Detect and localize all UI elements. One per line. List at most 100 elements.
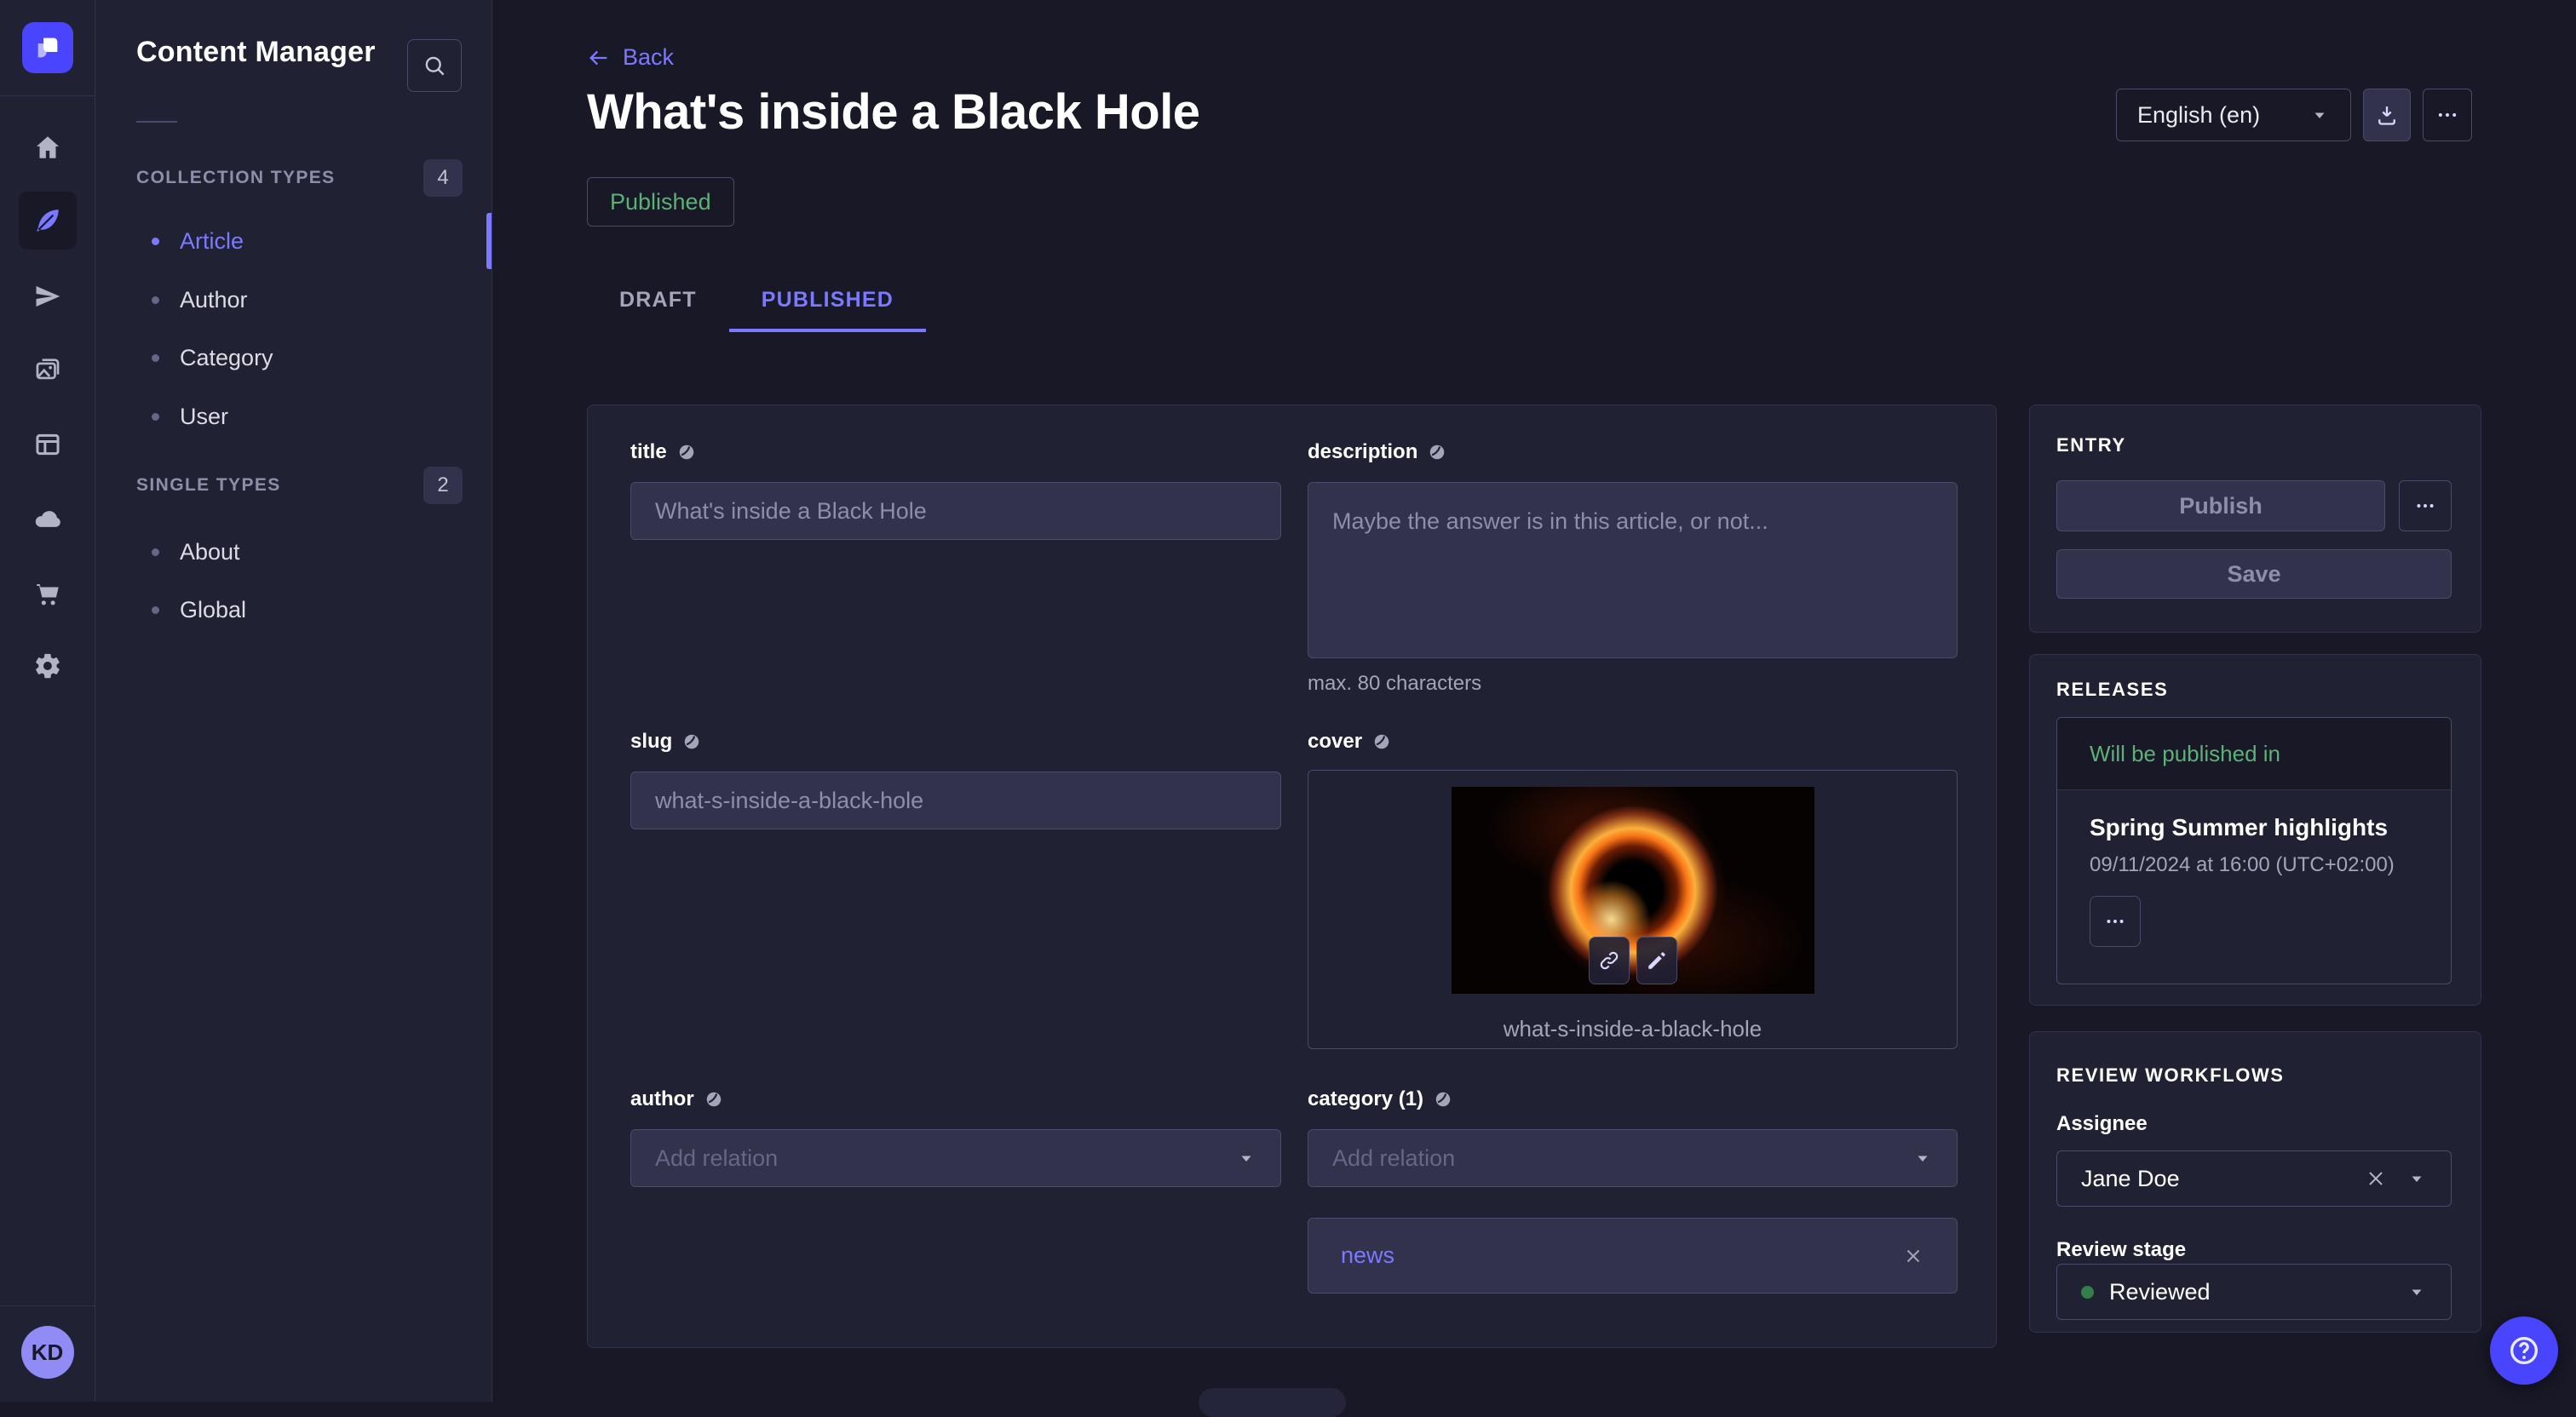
- page-title: What's inside a Black Hole: [587, 83, 1200, 141]
- more-horizontal-icon: [2435, 103, 2459, 127]
- globe-icon: [704, 1090, 723, 1109]
- remove-relation-button[interactable]: [1902, 1245, 1924, 1267]
- field-cover-label: cover: [1308, 730, 1362, 754]
- release-date: 09/11/2024 at 16:00 (UTC+02:00): [2090, 853, 2418, 877]
- nav-divider: [0, 95, 95, 96]
- slug-input[interactable]: what-s-inside-a-black-hole: [630, 772, 1281, 829]
- sidebar-item-label: Article: [180, 228, 244, 255]
- cover-caption: what-s-inside-a-black-hole: [1308, 1016, 1957, 1042]
- sidebar-item-about[interactable]: About: [95, 523, 492, 581]
- entry-heading: ENTRY: [2056, 434, 2126, 456]
- nav-marketplace-button[interactable]: [19, 565, 77, 623]
- search-button[interactable]: [407, 39, 462, 92]
- releases-heading: RELEASES: [2056, 679, 2168, 701]
- active-item-indicator: [486, 213, 492, 269]
- next-section-peek: [1199, 1388, 1346, 1417]
- relation-link-news[interactable]: news: [1341, 1242, 1394, 1269]
- panel-divider: [136, 121, 177, 123]
- field-description-label: description: [1308, 440, 1417, 464]
- back-link[interactable]: Back: [587, 44, 674, 71]
- title-input[interactable]: What's inside a Black Hole: [630, 482, 1281, 540]
- sidebar-item-label: About: [180, 539, 240, 565]
- assignee-combobox[interactable]: Jane Doe: [2056, 1150, 2452, 1207]
- assignee-label: Assignee: [2056, 1112, 2148, 1136]
- link-icon: [1598, 949, 1620, 972]
- chevron-down-icon: [2406, 1282, 2427, 1302]
- field-cover-label-row: cover: [1308, 729, 1958, 754]
- content-type-builder-icon: [33, 430, 62, 459]
- more-horizontal-icon: [2104, 910, 2126, 932]
- field-category-label: category (1): [1308, 1087, 1423, 1111]
- settings-gear-icon: [33, 651, 62, 680]
- bullet-icon: [152, 413, 159, 421]
- locale-select[interactable]: English (en): [2116, 89, 2351, 141]
- nav-content-manager-button[interactable]: [19, 192, 77, 250]
- review-workflows-panel: REVIEW WORKFLOWS Assignee Jane Doe Revie…: [2029, 1031, 2481, 1333]
- question-mark-icon: [2506, 1333, 2542, 1368]
- download-button[interactable]: [2363, 89, 2411, 141]
- nav-bottom-divider: [0, 1305, 95, 1306]
- single-types-count-badge: 2: [423, 467, 463, 504]
- chevron-down-icon: [2406, 1168, 2427, 1189]
- tab-published[interactable]: PUBLISHED: [729, 271, 926, 332]
- main-content: Back What's inside a Black Hole Publishe…: [492, 0, 2576, 1402]
- save-button[interactable]: Save: [2056, 549, 2452, 599]
- more-horizontal-icon: [2414, 495, 2436, 517]
- copy-link-button[interactable]: [1589, 937, 1630, 984]
- sidebar-item-user[interactable]: User: [95, 387, 492, 445]
- title-input-value: What's inside a Black Hole: [655, 498, 927, 525]
- version-tabs: DRAFT PUBLISHED: [587, 271, 926, 332]
- entry-more-button[interactable]: [2399, 480, 2452, 531]
- bullet-icon: [152, 238, 159, 245]
- nav-settings-button[interactable]: [19, 637, 77, 695]
- download-icon: [2375, 103, 2399, 127]
- slug-input-value: what-s-inside-a-black-hole: [655, 788, 923, 814]
- nav-content-type-builder-button[interactable]: [19, 416, 77, 473]
- nav-media-library-button[interactable]: [19, 341, 77, 399]
- description-textarea-value: Maybe the answer is in this article, or …: [1332, 505, 1768, 538]
- assignee-value: Jane Doe: [2081, 1166, 2180, 1192]
- tab-draft[interactable]: DRAFT: [587, 271, 729, 332]
- sidebar-item-category[interactable]: Category: [95, 329, 492, 387]
- nav-cloud-button[interactable]: [19, 490, 77, 548]
- release-more-button[interactable]: [2090, 896, 2141, 947]
- cover-media-card: what-s-inside-a-black-hole: [1308, 770, 1958, 1049]
- nav-home-button[interactable]: [19, 118, 77, 176]
- field-author-label-row: author: [630, 1087, 1281, 1112]
- category-relation-item: news: [1308, 1218, 1958, 1294]
- category-placeholder: Add relation: [1332, 1145, 1455, 1172]
- marketplace-cart-icon: [33, 580, 62, 609]
- arrow-left-icon: [587, 46, 611, 70]
- chevron-down-icon: [2309, 105, 2330, 125]
- field-title-label-row: title: [630, 439, 1281, 465]
- clear-icon[interactable]: [2364, 1167, 2388, 1190]
- field-slug: slug what-s-inside-a-black-hole: [630, 729, 1281, 829]
- search-icon: [422, 53, 447, 78]
- sidebar-item-label: Category: [180, 345, 273, 371]
- cloud-icon: [33, 504, 62, 533]
- nav-releases-button[interactable]: [19, 267, 77, 325]
- category-relation-combobox[interactable]: Add relation: [1308, 1129, 1958, 1187]
- author-relation-combobox[interactable]: Add relation: [630, 1129, 1281, 1187]
- publish-button[interactable]: Publish: [2056, 480, 2385, 531]
- stage-status-dot: [2081, 1286, 2094, 1299]
- edit-media-button[interactable]: [1636, 937, 1677, 984]
- status-badge: Published: [587, 177, 734, 227]
- field-description-label-row: description: [1308, 439, 1958, 465]
- release-card: Will be published in Spring Summer highl…: [2056, 717, 2452, 984]
- strapi-logo[interactable]: [22, 22, 73, 73]
- user-avatar[interactable]: KD: [21, 1326, 74, 1379]
- help-button[interactable]: [2490, 1317, 2558, 1385]
- cover-actions: [1589, 937, 1677, 984]
- bullet-icon: [152, 296, 159, 304]
- sidebar-item-global[interactable]: Global: [95, 581, 492, 639]
- field-slug-label-row: slug: [630, 729, 1281, 754]
- description-textarea[interactable]: Maybe the answer is in this article, or …: [1308, 482, 1958, 658]
- sidebar-item-author[interactable]: Author: [95, 271, 492, 329]
- review-stage-combobox[interactable]: Reviewed: [2056, 1264, 2452, 1320]
- field-title-label: title: [630, 440, 667, 464]
- field-title: title What's inside a Black Hole: [630, 439, 1281, 540]
- header-more-button[interactable]: [2423, 89, 2472, 141]
- sidebar-item-article[interactable]: Article: [95, 212, 492, 270]
- back-label: Back: [623, 44, 674, 71]
